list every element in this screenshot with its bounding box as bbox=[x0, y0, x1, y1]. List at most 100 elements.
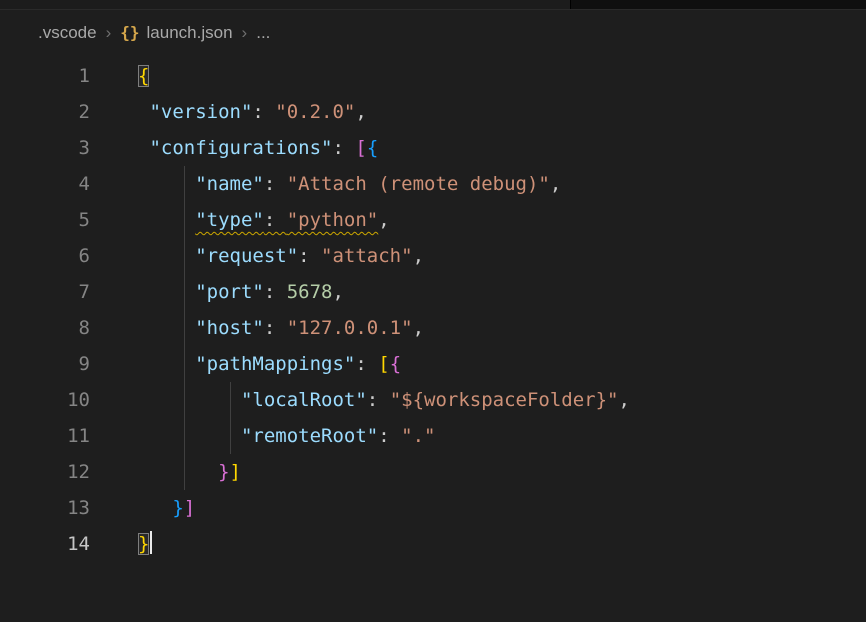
code-token: : bbox=[252, 101, 275, 123]
code-token: : bbox=[264, 173, 287, 195]
code-token: [ bbox=[355, 137, 366, 159]
code-token: "request" bbox=[195, 245, 298, 267]
code-token bbox=[138, 317, 195, 339]
breadcrumb-item-symbols[interactable]: ... bbox=[256, 23, 270, 43]
code-line[interactable]: 11 "remoteRoot": "." bbox=[0, 418, 866, 454]
code-token: ] bbox=[230, 461, 241, 483]
code-content: }] bbox=[138, 490, 195, 526]
line-number[interactable]: 5 bbox=[0, 202, 90, 238]
code-line[interactable]: 12 }] bbox=[0, 454, 866, 490]
code-line[interactable]: 9 "pathMappings": [{ bbox=[0, 346, 866, 382]
code-token: : bbox=[298, 245, 321, 267]
indent-guide bbox=[184, 202, 185, 238]
editor[interactable]: 1{2 "version": "0.2.0",3 "configurations… bbox=[0, 55, 866, 562]
code-line[interactable]: 5 "type": "python", bbox=[0, 202, 866, 238]
code-line[interactable]: 8 "host": "127.0.0.1", bbox=[0, 310, 866, 346]
breadcrumb-label: .vscode bbox=[38, 23, 97, 43]
line-number[interactable]: 3 bbox=[0, 130, 90, 166]
code-content: "port": 5678, bbox=[138, 274, 344, 310]
code-token: , bbox=[378, 209, 389, 231]
line-number[interactable]: 7 bbox=[0, 274, 90, 310]
text-cursor bbox=[150, 531, 152, 554]
indent-guide bbox=[184, 166, 185, 202]
code-line[interactable]: 10 "localRoot": "${workspaceFolder}", bbox=[0, 382, 866, 418]
code-token bbox=[138, 461, 218, 483]
warning-underlined-token: "type" bbox=[195, 209, 264, 231]
code-content: "name": "Attach (remote debug)", bbox=[138, 166, 561, 202]
code-line[interactable]: 3 "configurations": [{ bbox=[0, 130, 866, 166]
breadcrumb-item-file[interactable]: {}launch.json bbox=[120, 23, 232, 43]
code-content: }] bbox=[138, 454, 241, 490]
code-token: "pathMappings" bbox=[195, 353, 355, 375]
line-number[interactable]: 1 bbox=[0, 58, 90, 94]
line-number[interactable]: 13 bbox=[0, 490, 90, 526]
code-content: "pathMappings": [{ bbox=[138, 346, 401, 382]
code-token: 5678 bbox=[287, 281, 333, 303]
code-content: "host": "127.0.0.1", bbox=[138, 310, 424, 346]
indent-guide bbox=[184, 310, 185, 346]
code-token: "127.0.0.1" bbox=[287, 317, 413, 339]
line-number[interactable]: 12 bbox=[0, 454, 90, 490]
code-token: : bbox=[355, 353, 378, 375]
line-number[interactable]: 8 bbox=[0, 310, 90, 346]
code-line[interactable]: 13 }] bbox=[0, 490, 866, 526]
code-token: { bbox=[367, 137, 378, 159]
code-token: : bbox=[264, 281, 287, 303]
tab-bar-edge bbox=[0, 0, 866, 10]
code-content: "remoteRoot": "." bbox=[138, 418, 435, 454]
breadcrumb-label: ... bbox=[256, 23, 270, 43]
active-tab-bottom-edge bbox=[0, 0, 571, 9]
code-token: "name" bbox=[195, 173, 264, 195]
code-token: , bbox=[413, 317, 424, 339]
breadcrumb-chevron-icon: › bbox=[106, 23, 112, 43]
line-number[interactable]: 14 bbox=[0, 526, 90, 562]
code-token: } bbox=[218, 461, 229, 483]
code-token: "." bbox=[401, 425, 435, 447]
code-content: "localRoot": "${workspaceFolder}", bbox=[138, 382, 630, 418]
code-token: "host" bbox=[195, 317, 264, 339]
warning-underlined-token: "python" bbox=[287, 209, 379, 231]
code-token: [ bbox=[378, 353, 389, 375]
breadcrumb-chevron-icon: › bbox=[242, 23, 248, 43]
code-token: , bbox=[618, 389, 629, 411]
code-token bbox=[138, 245, 195, 267]
code-token: , bbox=[333, 281, 344, 303]
tab-bar-rest bbox=[571, 0, 866, 9]
code-token: : bbox=[332, 137, 355, 159]
indent-guide bbox=[184, 418, 185, 454]
code-line[interactable]: 4 "name": "Attach (remote debug)", bbox=[0, 166, 866, 202]
code-line[interactable]: 1{ bbox=[0, 58, 866, 94]
code-token: "port" bbox=[195, 281, 264, 303]
code-token bbox=[138, 425, 241, 447]
line-number[interactable]: 11 bbox=[0, 418, 90, 454]
code-token: "remoteRoot" bbox=[241, 425, 378, 447]
line-number[interactable]: 9 bbox=[0, 346, 90, 382]
indent-guide bbox=[184, 346, 185, 382]
code-line[interactable]: 6 "request": "attach", bbox=[0, 238, 866, 274]
code-token: { bbox=[390, 353, 401, 375]
code-token bbox=[138, 497, 172, 519]
breadcrumb-label: launch.json bbox=[147, 23, 233, 43]
code-token: "version" bbox=[149, 101, 252, 123]
line-number[interactable]: 2 bbox=[0, 94, 90, 130]
code-token: , bbox=[413, 245, 424, 267]
code-token bbox=[138, 137, 149, 159]
code-token: ] bbox=[184, 497, 195, 519]
code-token bbox=[138, 353, 195, 375]
code-token: , bbox=[550, 173, 561, 195]
line-number[interactable]: 10 bbox=[0, 382, 90, 418]
code-token: , bbox=[355, 101, 366, 123]
code-line[interactable]: 14} bbox=[0, 526, 866, 562]
code-token: "localRoot" bbox=[241, 389, 367, 411]
code-token: } bbox=[172, 497, 183, 519]
code-line[interactable]: 2 "version": "0.2.0", bbox=[0, 94, 866, 130]
code-line[interactable]: 7 "port": 5678, bbox=[0, 274, 866, 310]
breadcrumb-item-folder[interactable]: .vscode bbox=[38, 23, 97, 43]
code-token: "0.2.0" bbox=[275, 101, 355, 123]
line-number[interactable]: 4 bbox=[0, 166, 90, 202]
code-content: { bbox=[138, 58, 149, 94]
code-token: : bbox=[378, 425, 401, 447]
matched-bracket: { bbox=[138, 65, 149, 87]
code-token bbox=[138, 389, 241, 411]
line-number[interactable]: 6 bbox=[0, 238, 90, 274]
